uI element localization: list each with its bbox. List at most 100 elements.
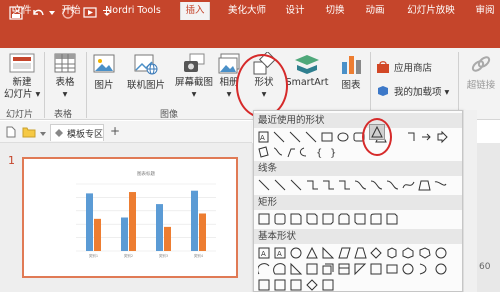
picture-icon	[93, 54, 115, 73]
new-slide-button[interactable]: 新建 幻灯片 ▾	[4, 52, 40, 101]
chart-bar	[191, 190, 198, 251]
camera-icon	[184, 53, 205, 72]
basic-shapes-row-3	[258, 277, 458, 292]
template-icon	[55, 129, 63, 137]
store-icon	[377, 61, 389, 73]
group-separator	[370, 52, 371, 118]
my-addins-label: 我的加载项 ▾	[394, 87, 450, 98]
smartart-label: SmartArt	[285, 77, 329, 88]
group-separator	[86, 52, 87, 118]
smartart-icon	[295, 55, 319, 74]
screenshot-label: 屏幕截图 ▾	[174, 77, 213, 100]
chart-bar	[94, 218, 101, 251]
chart-bar	[121, 217, 128, 251]
chart-icon	[342, 56, 361, 74]
basic-shapes-row-1: A A	[258, 245, 458, 260]
chart-bar	[199, 213, 206, 251]
ribbon-tabs	[0, 28, 500, 48]
svg-text:}: }	[330, 148, 336, 159]
table-button[interactable]: 表格 ▾	[50, 52, 80, 101]
tab-template-zone[interactable]: 模板专区	[50, 124, 104, 141]
undo-dropdown-icon[interactable]	[48, 4, 56, 22]
file-icon[interactable]	[6, 126, 16, 141]
zoom-hint: 60	[479, 262, 491, 272]
new-slide-icon	[9, 53, 35, 73]
chart-category-label: 类别1	[89, 253, 98, 258]
chart-bar	[164, 226, 171, 251]
picture-button[interactable]: 图片	[90, 52, 118, 91]
new-slide-label: 新建 幻灯片 ▾	[4, 77, 41, 100]
online-picture-button[interactable]: 联机图片	[122, 52, 170, 91]
basic-shapes-icons-3[interactable]	[258, 278, 458, 292]
addins-icon	[378, 86, 388, 96]
recent-shapes-icons[interactable]: A	[258, 130, 458, 144]
rectangles-row	[258, 211, 458, 226]
group-label-tables: 表格	[54, 110, 73, 120]
tab-home[interactable]: 开始	[56, 2, 86, 20]
chart-category-label: 类别4	[194, 253, 204, 258]
chart-button[interactable]: 图表	[334, 52, 368, 91]
online-picture-label: 联机图片	[126, 80, 165, 91]
chart-bar	[156, 204, 163, 251]
slide-number: 1	[8, 154, 15, 167]
bar-chart: 图表标题类别1 类别2 类别3 类别4	[76, 170, 216, 258]
smartart-button[interactable]: SmartArt	[284, 52, 330, 88]
slide-thumbnail[interactable]: 图表标题类别1 类别2 类别3 类别4	[22, 157, 238, 278]
group-separator	[44, 52, 45, 118]
screenshot-button[interactable]: 屏幕截图 ▾	[172, 52, 216, 101]
chart-bar	[86, 193, 93, 251]
chart-bar	[129, 192, 136, 251]
tab-slideshow[interactable]: 幻灯片放映	[402, 2, 460, 20]
recent-shapes-icons-2[interactable]: { }	[258, 145, 458, 159]
chart-category-label: 类别3	[159, 253, 168, 258]
section-rectangles: 矩形	[254, 195, 462, 210]
lines-row	[258, 177, 458, 192]
tab-nordri-tools[interactable]: Nordri Tools	[97, 2, 169, 20]
basic-shapes-icons-2[interactable]	[258, 262, 458, 276]
svg-text:A: A	[261, 250, 266, 258]
recent-shapes-row: A	[258, 129, 458, 144]
section-lines: 线条	[254, 161, 462, 176]
lines-icons[interactable]	[258, 178, 458, 192]
section-recent-shapes: 最近使用的形状	[254, 113, 462, 128]
folder-icon[interactable]	[22, 126, 36, 141]
highlight-circle-triangle	[362, 118, 392, 156]
highlight-circle-shapes	[236, 54, 288, 118]
shapes-menu-scrollbar[interactable]	[463, 110, 477, 292]
tab-animations[interactable]: 动画	[362, 2, 388, 20]
add-tab-button[interactable]: +	[110, 124, 120, 138]
tab-beautify-master[interactable]: 美化大师	[222, 2, 272, 20]
chart-title: 图表标题	[137, 170, 155, 177]
tab-review[interactable]: 审阅	[470, 2, 500, 20]
online-picture-icon	[134, 54, 158, 75]
table-label: 表格 ▾	[55, 77, 75, 100]
app-store-button[interactable]: 应用商店	[376, 60, 448, 74]
svg-text:{: {	[316, 148, 322, 159]
group-label-images: 图像	[160, 110, 179, 120]
tab-file[interactable]: 文件	[6, 2, 38, 20]
svg-text:A: A	[260, 134, 265, 142]
group-label-slides: 幻灯片	[6, 110, 34, 120]
table-icon	[54, 53, 76, 73]
tab-insert[interactable]: 插入	[180, 2, 210, 20]
hyperlink-label: 超链接	[466, 80, 496, 91]
slide-tabs-bar	[0, 121, 252, 143]
shapes-gallery-menu: 最近使用的形状 A { } 线条 矩形 基本形状 A A	[253, 110, 463, 292]
app-store-label: 应用商店	[394, 63, 433, 74]
tab-design[interactable]: 设计	[282, 2, 308, 20]
svg-text:A: A	[277, 250, 282, 258]
chart-label: 图表	[341, 80, 361, 91]
chart-category-label: 类别2	[124, 253, 133, 258]
hyperlink-button[interactable]: 超链接	[462, 52, 500, 91]
tab-dropdown-icon[interactable]	[40, 129, 46, 140]
section-basic-shapes: 基本形状	[254, 229, 462, 244]
picture-label: 图片	[94, 80, 114, 91]
hyperlink-icon	[471, 56, 491, 72]
recent-shapes-row-2: { }	[258, 144, 458, 159]
rectangles-icons[interactable]	[258, 212, 458, 226]
tab-transitions[interactable]: 切换	[322, 2, 348, 20]
basic-shapes-icons-1[interactable]: A A	[258, 246, 458, 260]
group-separator	[458, 52, 459, 118]
my-addins-button[interactable]: 我的加载项 ▾	[376, 84, 454, 98]
tab-template-label: 模板专区	[67, 129, 104, 140]
